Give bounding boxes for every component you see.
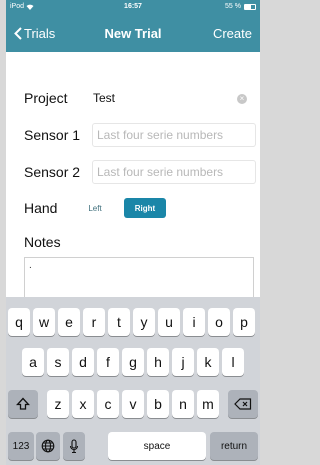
key-m[interactable]: m [197, 390, 219, 418]
globe-key[interactable] [36, 432, 60, 460]
key-y[interactable]: y [133, 308, 155, 336]
sensor1-label: Sensor 1 [24, 127, 81, 143]
key-s[interactable]: s [47, 348, 69, 376]
status-bar: iPod 16:57 55 % [6, 0, 260, 14]
key-u[interactable]: u [158, 308, 180, 336]
battery-icon [244, 3, 256, 10]
hand-row: Hand [24, 200, 57, 216]
battery-percent: 55 % [225, 3, 241, 10]
back-button[interactable]: Trials [14, 26, 55, 41]
shift-key[interactable] [8, 390, 38, 418]
globe-icon [41, 439, 55, 453]
key-o[interactable]: o [208, 308, 230, 336]
key-c[interactable]: c [97, 390, 119, 418]
clear-icon[interactable]: × [237, 94, 247, 104]
hand-label: Hand [24, 200, 58, 216]
project-label: Project [24, 90, 68, 106]
key-f[interactable]: f [97, 348, 119, 376]
key-a[interactable]: a [22, 348, 44, 376]
key-n[interactable]: n [172, 390, 194, 418]
dictation-key[interactable] [63, 432, 85, 460]
notes-row: Notes [24, 234, 61, 250]
shift-icon [16, 397, 30, 410]
delete-key[interactable] [228, 390, 258, 418]
microphone-icon [69, 438, 79, 453]
key-l[interactable]: l [222, 348, 244, 376]
project-value: Test [93, 91, 116, 105]
key-r[interactable]: r [83, 308, 105, 336]
key-k[interactable]: k [197, 348, 219, 376]
backspace-icon [234, 398, 252, 410]
create-button[interactable]: Create [213, 26, 252, 41]
sensor2-label: Sensor 2 [24, 164, 81, 180]
status-time: 16:57 [124, 3, 142, 10]
key-z[interactable]: z [47, 390, 69, 418]
sensor1-row: Sensor 1 [24, 127, 80, 143]
key-h[interactable]: h [147, 348, 169, 376]
on-screen-keyboard: q w e r t y u i o p a s d f g h j k l z … [6, 297, 260, 465]
sensor2-row: Sensor 2 [24, 164, 80, 180]
hand-segmented-control: Left Right [74, 198, 166, 218]
notes-label: Notes [24, 234, 61, 250]
key-x[interactable]: x [72, 390, 94, 418]
numbers-key[interactable]: 123 [8, 432, 34, 460]
key-e[interactable]: e [58, 308, 80, 336]
hand-option-left[interactable]: Left [74, 198, 116, 218]
key-q[interactable]: q [8, 308, 30, 336]
sensor2-placeholder: Last four serie numbers [97, 165, 224, 179]
sensor1-field[interactable]: Last four serie numbers [92, 123, 256, 147]
chevron-left-icon [14, 27, 22, 40]
space-key[interactable]: space [108, 432, 206, 460]
project-row: Project [24, 90, 68, 106]
key-i[interactable]: i [183, 308, 205, 336]
return-key[interactable]: return [210, 432, 258, 460]
key-t[interactable]: t [108, 308, 130, 336]
navigation-bar: Trials New Trial Create [6, 14, 260, 52]
key-j[interactable]: j [172, 348, 194, 376]
key-w[interactable]: w [33, 308, 55, 336]
key-g[interactable]: g [122, 348, 144, 376]
status-right: 55 % [225, 3, 256, 10]
key-b[interactable]: b [147, 390, 169, 418]
back-button-label: Trials [24, 26, 56, 41]
battery-fill [245, 4, 251, 9]
page-title: New Trial [104, 26, 162, 41]
project-field[interactable]: Test × [88, 86, 254, 110]
hand-option-right[interactable]: Right [124, 198, 166, 218]
sensor1-placeholder: Last four serie numbers [97, 128, 224, 142]
phone-screen: iPod 16:57 55 % Trials New Trial Create … [6, 0, 260, 465]
key-d[interactable]: d [72, 348, 94, 376]
key-p[interactable]: p [233, 308, 255, 336]
key-v[interactable]: v [122, 390, 144, 418]
sensor2-field[interactable]: Last four serie numbers [92, 160, 256, 184]
